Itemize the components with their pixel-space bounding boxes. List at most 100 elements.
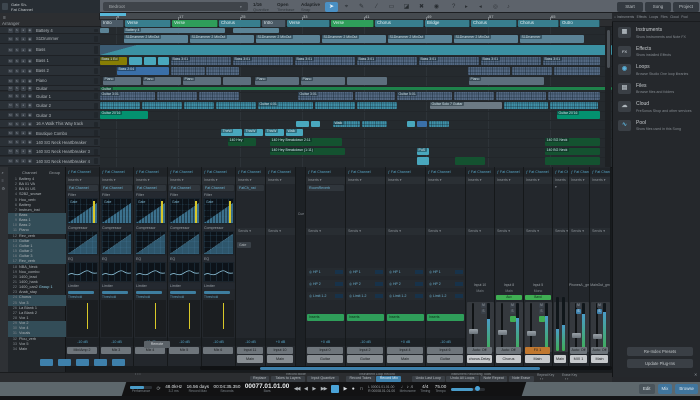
timeline-ruler[interactable] (100, 13, 612, 20)
mute-button[interactable]: M (8, 69, 13, 74)
mixer-strip-fat[interactable]: ƒ Fat ChannelInserts ▾Fat ChannelFilterG… (134, 167, 168, 366)
clip[interactable]: S1Drummer 2 MixOut (256, 35, 320, 43)
loop-record-button-record-takes[interactable]: Record Takes (346, 376, 375, 382)
sends-label[interactable]: Sends ▾ (426, 228, 465, 235)
strip-volume-readout[interactable]: -10 dB (236, 338, 265, 346)
monitor-button[interactable]: ◉ (28, 159, 33, 164)
clip[interactable] (357, 102, 397, 110)
solo-button[interactable]: S (15, 131, 20, 136)
insert-slot-header[interactable]: ƒ Fat Channel (569, 168, 589, 176)
toolbar-timebase-dropdown[interactable]: OpenTimebase (277, 2, 300, 13)
mixer-hscroll-thumb[interactable] (260, 367, 540, 370)
clip[interactable]: Guitar 20'16 (100, 111, 148, 119)
mixer-list-icon[interactable]: ≡ (2, 178, 4, 183)
clip[interactable] (311, 121, 320, 128)
mixer-strip-send[interactable]: ƒ Fat ChannelInserts ▾Sends ▾+0 dBInput … (266, 167, 296, 366)
clip[interactable] (144, 57, 156, 65)
arranger-section-chorus[interactable]: Chorus (219, 20, 261, 27)
clip[interactable]: Guitar 5:01 (397, 92, 452, 100)
clip[interactable]: S1Drummer 2 MixOut (454, 35, 518, 43)
group-tag[interactable]: Band (525, 295, 551, 300)
record-mode-button-replace[interactable]: Replace (250, 376, 269, 382)
strip-volume-readout[interactable]: -10 dB (426, 338, 465, 346)
loop-range-bar[interactable] (100, 13, 126, 16)
inserts-label[interactable]: Inserts ▾ (553, 177, 568, 184)
inserts-label[interactable]: Inserts ▾ (202, 177, 235, 184)
solo-button[interactable]: S (15, 122, 20, 127)
limiter-threshold-bar[interactable] (102, 291, 128, 294)
arranger-section-chorus[interactable]: Chorus (518, 20, 559, 27)
browser-item-effects[interactable]: FXEffectsShow installed Effects (616, 45, 698, 62)
limiter-threshold-bar[interactable] (204, 291, 230, 294)
sends-label[interactable]: Sends ▾ (266, 228, 295, 235)
send-slot-hp-2[interactable]: ◎ HP 2 (427, 280, 464, 288)
insert-slot-header[interactable]: ƒ Fat Channel (426, 168, 465, 176)
insert-slot-header[interactable]: ƒ Fat Channel (202, 168, 235, 176)
mute-button[interactable]: M (8, 86, 13, 91)
mute-button[interactable]: M (8, 149, 13, 154)
record-arm-button[interactable]: ● (21, 94, 26, 99)
insert-slot-header[interactable]: ƒ Fat Channel (236, 168, 265, 176)
send-slot-hp-1[interactable]: ◎ HP 1 (347, 268, 384, 276)
insert-slot-header[interactable]: ƒ Fat Channel (134, 168, 167, 176)
fader-knob[interactable] (498, 330, 507, 335)
sends-label[interactable]: Sends ▾ (346, 228, 385, 235)
rec-tools-button-undo-all-loops[interactable]: Undo All Loops (446, 376, 479, 382)
insert-item-fat-channel[interactable]: Fat Channel (203, 185, 234, 191)
monitor-button[interactable]: ◉ (28, 59, 33, 64)
clip[interactable] (417, 121, 427, 128)
group-tag[interactable]: Aux (496, 295, 522, 300)
page-switch-edit[interactable]: Edit (639, 384, 655, 394)
clip[interactable] (206, 67, 239, 75)
clip[interactable]: Guitar Solo 7 Guitar (430, 102, 502, 110)
mute-button[interactable]: M (8, 113, 13, 118)
mixer-strip-master[interactable]: ƒ Fat ChannelInserts ▾Sends ▾MainOut_gmM… (590, 167, 611, 366)
bars-display[interactable]: 00077.01.01.00Bars (245, 384, 289, 394)
send-slot-hp-1[interactable]: ◎ HP 1 (307, 268, 344, 276)
solo-button[interactable]: S (15, 149, 20, 154)
clip[interactable]: S1Drummer 2 MixOut (190, 35, 254, 43)
arranger-section-verse[interactable]: Verse (172, 20, 218, 27)
fader-knob[interactable] (572, 333, 581, 338)
send-slot-hp-2[interactable]: ◎ HP 2 (347, 280, 384, 288)
clip[interactable] (296, 121, 309, 128)
inserts-label[interactable]: Inserts ▾ (306, 177, 345, 184)
sends-label[interactable]: Sends ▾ (466, 228, 494, 235)
clip[interactable] (407, 121, 415, 128)
clip[interactable]: S1Drummer 2 MixOut (322, 35, 386, 43)
clip[interactable] (158, 57, 169, 65)
stop-button[interactable] (331, 385, 339, 393)
limiter-threshold-bar[interactable] (170, 291, 196, 294)
fader-groove[interactable] (472, 303, 474, 351)
clip[interactable]: PuS (417, 148, 429, 156)
mic-icon[interactable]: ♪ (507, 2, 510, 12)
monitor-button[interactable]: ◉ (28, 122, 33, 127)
mute-button[interactable]: M (8, 37, 13, 42)
inserts-label[interactable]: Inserts ▾ (134, 177, 167, 184)
send-slot-hp-1[interactable]: ◎ HP 1 (427, 268, 464, 276)
solo-button[interactable]: S (15, 103, 20, 108)
mixer-strip-hp[interactable]: ƒ Fat ChannelInserts ▾Sends ▾◎ HP 1◎ HP … (386, 167, 426, 366)
monitor-button[interactable]: ◉ (28, 48, 33, 53)
insert-slot-header[interactable]: ƒ Fat Channel (168, 168, 201, 176)
inserts-label[interactable]: Inserts ▾ (66, 177, 99, 184)
clip[interactable]: Bass 3:01 (419, 57, 479, 65)
clip[interactable]: Bass 2:04 (117, 67, 169, 75)
browser-tab-loops[interactable]: Loops (649, 15, 658, 19)
repeat-key-selector[interactable]: ‹ › (540, 377, 543, 381)
clip[interactable] (468, 67, 510, 75)
record-arm-button[interactable]: ● (21, 122, 26, 127)
clip[interactable] (199, 92, 239, 100)
mixer-strip-fader[interactable]: ƒ Fat ChannelInserts ▾Sends ▾Input 8Main… (495, 167, 524, 366)
clip[interactable]: Guitar 3:01 (100, 92, 155, 100)
mute-button[interactable]: M (8, 122, 13, 127)
clip[interactable] (362, 121, 387, 128)
solo-button[interactable]: S (15, 69, 20, 74)
arranger-section-chorus[interactable]: Chorus (471, 20, 517, 27)
insert-slot-header[interactable]: ƒ Fat Channel (524, 168, 552, 176)
clip[interactable] (496, 92, 546, 100)
browser-tab-pool[interactable]: Pool (681, 15, 688, 19)
insert-item-fat-channel[interactable]: Fat Channel (67, 185, 98, 191)
toolbar-quantize-dropdown[interactable]: 1/16Quantize (253, 2, 276, 13)
loop-range-display[interactable]: L 00001.01.01.00R 00008.01.01.00 (368, 385, 395, 394)
